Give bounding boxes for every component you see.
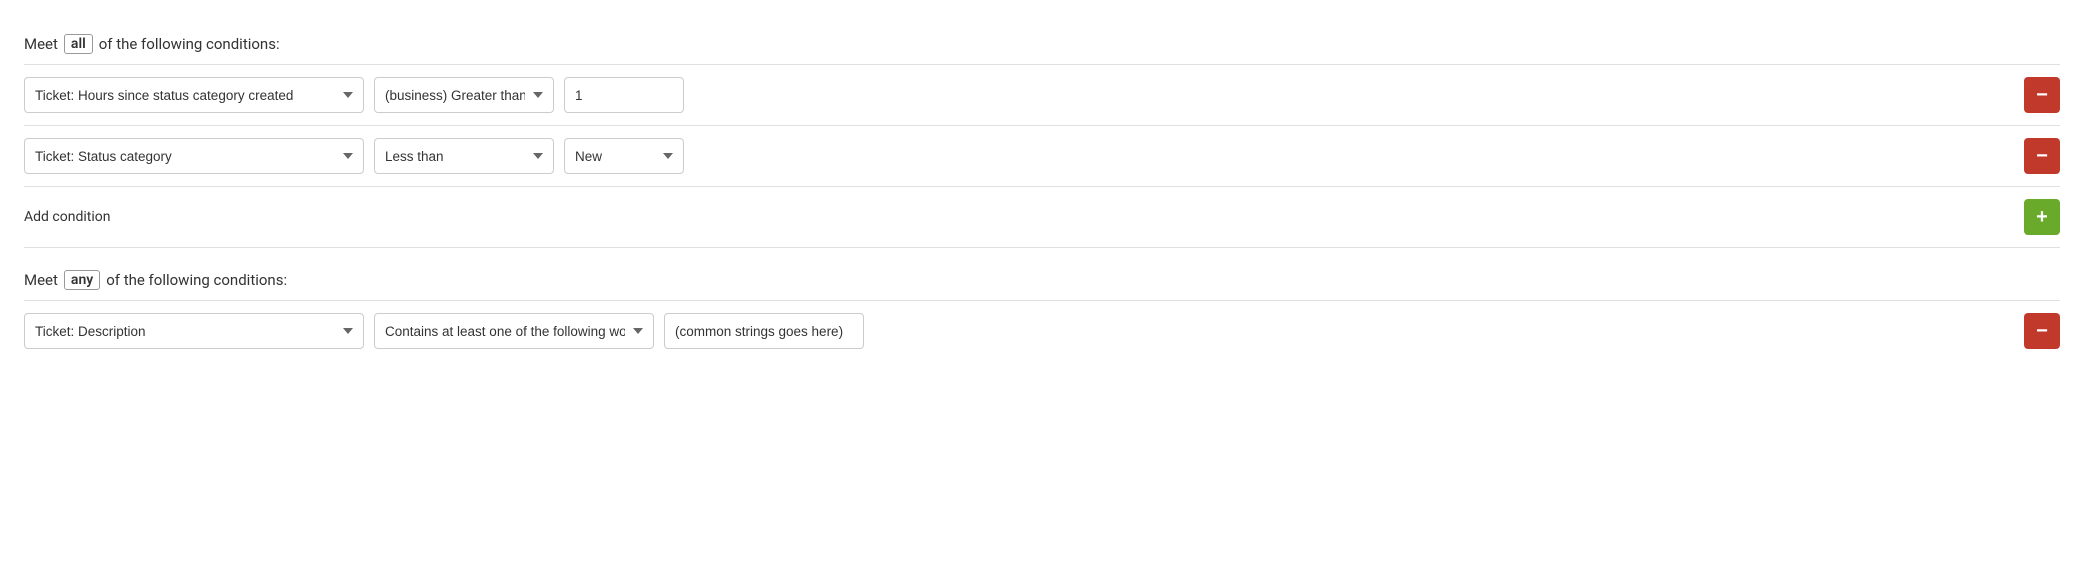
rest-label-1: of the following conditions: bbox=[99, 35, 280, 53]
minus-icon-3: − bbox=[2036, 321, 2048, 341]
remove-button-2[interactable]: − bbox=[2024, 138, 2060, 174]
meet-label-1: Meet bbox=[24, 35, 58, 53]
rest-label-2: of the following conditions: bbox=[106, 271, 287, 289]
add-button[interactable]: + bbox=[2024, 199, 2060, 235]
value-input-3[interactable] bbox=[664, 313, 864, 349]
keyword-all: all bbox=[64, 34, 93, 54]
minus-icon-2: − bbox=[2036, 146, 2048, 166]
value-input-1[interactable] bbox=[564, 77, 684, 113]
add-condition-label[interactable]: Add condition bbox=[24, 209, 110, 225]
meet-label-2: Meet bbox=[24, 271, 58, 289]
add-condition-row: Add condition + bbox=[24, 187, 2060, 247]
remove-button-1[interactable]: − bbox=[2024, 77, 2060, 113]
field-select-1[interactable]: Ticket: Hours since status category crea… bbox=[24, 77, 364, 113]
section-all-header: Meet all of the following conditions: bbox=[24, 20, 2060, 64]
remove-button-3[interactable]: − bbox=[2024, 313, 2060, 349]
condition-row-1: Ticket: Hours since status category crea… bbox=[24, 65, 2060, 125]
operator-select-3[interactable]: Contains at least one of the following w… bbox=[374, 313, 654, 349]
minus-icon-1: − bbox=[2036, 85, 2048, 105]
operator-select-2[interactable]: Less than Greater than Is Is not bbox=[374, 138, 554, 174]
field-select-2[interactable]: Ticket: Hours since status category crea… bbox=[24, 138, 364, 174]
keyword-any: any bbox=[64, 270, 100, 290]
operator-select-1[interactable]: (business) Greater than (business) Less … bbox=[374, 77, 554, 113]
field-select-3[interactable]: Ticket: Description Ticket: Subject Tick… bbox=[24, 313, 364, 349]
condition-row-2: Ticket: Hours since status category crea… bbox=[24, 126, 2060, 186]
section-any-header: Meet any of the following conditions: bbox=[24, 256, 2060, 300]
plus-icon: + bbox=[2036, 207, 2048, 227]
condition-row-3: Ticket: Description Ticket: Subject Tick… bbox=[24, 301, 2060, 361]
divider-4 bbox=[24, 247, 2060, 248]
value-select-2[interactable]: New Open Pending On-hold Solved bbox=[564, 138, 684, 174]
